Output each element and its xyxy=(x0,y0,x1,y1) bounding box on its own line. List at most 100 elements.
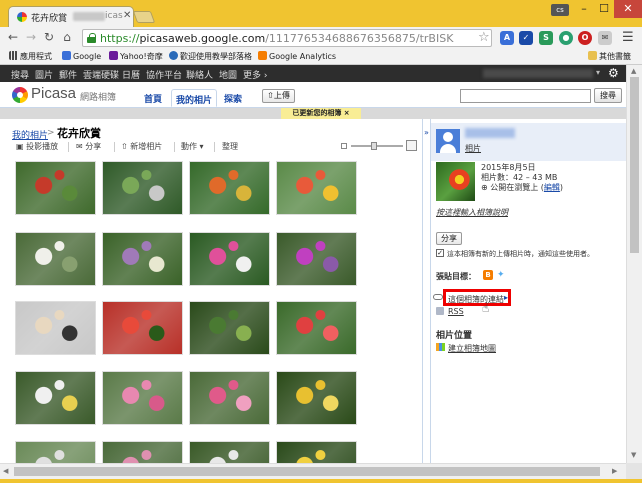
translate-extension-icon[interactable]: A xyxy=(500,31,514,45)
photo-thumbnail[interactable] xyxy=(189,301,270,355)
horizontal-scrollbar[interactable]: ◀ ▶ xyxy=(0,463,626,479)
rss-icon xyxy=(436,307,444,315)
bookmark-yahoo[interactable]: Yahoo!奇摩 xyxy=(109,51,163,62)
photo-thumbnail[interactable] xyxy=(189,161,270,215)
photo-thumbnail[interactable] xyxy=(276,441,357,463)
zoom-out-icon[interactable] xyxy=(341,143,347,149)
bookmark-blog[interactable]: 歡迎使用教學部落格 xyxy=(169,51,252,62)
tab-explore[interactable]: 探索 xyxy=(220,89,246,107)
search-input[interactable] xyxy=(460,89,591,103)
gbar-contacts[interactable]: 聯絡人 xyxy=(186,68,213,81)
sidebar-share-button[interactable]: 分享 xyxy=(436,232,462,245)
slideshow-button[interactable]: ▣ 投影播放 xyxy=(16,141,58,152)
photo-thumbnail[interactable] xyxy=(189,441,270,463)
upload-button[interactable]: ⇧上傳 xyxy=(262,89,295,103)
picasa-favicon-icon xyxy=(17,12,27,22)
photo-thumbnail[interactable] xyxy=(102,441,183,463)
extension-icon[interactable]: ✉ xyxy=(598,31,612,45)
owner-name-redacted xyxy=(465,128,515,138)
account-caret-icon[interactable]: ▾ xyxy=(596,68,600,77)
rss-link[interactable]: RSS xyxy=(448,307,464,316)
extension-icon[interactable]: ✓ xyxy=(519,31,533,45)
gbar-mail[interactable]: 郵件 xyxy=(59,68,77,81)
reload-icon[interactable]: ↻ xyxy=(42,30,56,44)
gear-icon[interactable]: ⚙ xyxy=(608,66,619,80)
collapse-arrow-icon[interactable]: » xyxy=(424,128,429,137)
actions-menu[interactable]: 動作 ▾ xyxy=(181,141,204,152)
close-button[interactable]: ✕ xyxy=(614,0,642,18)
edit-visibility-link[interactable]: 編輯 xyxy=(544,183,560,192)
chrome-menu-icon[interactable]: ☰ xyxy=(622,30,634,45)
photo-thumbnail[interactable] xyxy=(189,371,270,425)
gbar-sites[interactable]: 協作平台 xyxy=(146,68,182,81)
search-button[interactable]: 搜尋 xyxy=(594,88,622,103)
browser-tab[interactable]: 花卉欣賞 icas ✕ xyxy=(8,6,134,27)
create-map-link[interactable]: 建立相簿地圖 xyxy=(448,343,496,354)
photo-thumbnail[interactable] xyxy=(102,301,183,355)
photo-thumbnail[interactable] xyxy=(276,301,357,355)
record-extension-icon[interactable]: ● xyxy=(559,31,573,45)
maximize-button[interactable]: ☐ xyxy=(594,0,614,18)
bookmark-star-icon[interactable]: ☆ xyxy=(478,30,490,45)
bookmark-apps[interactable]: 應用程式 xyxy=(9,51,52,62)
photo-thumbnail[interactable] xyxy=(102,232,183,286)
tab-close-icon[interactable]: ✕ xyxy=(123,10,131,21)
photo-thumbnail[interactable] xyxy=(276,371,357,425)
gbar-images[interactable]: 圖片 xyxy=(35,68,53,81)
forward-icon[interactable]: → xyxy=(24,30,38,44)
bookmark-other[interactable]: 其他書籤 xyxy=(588,51,631,62)
address-bar[interactable]: https://picasaweb.google.com/11177653468… xyxy=(82,29,492,47)
photo-thumbnail[interactable] xyxy=(102,161,183,215)
tab-my-photos[interactable]: 我的相片 xyxy=(171,89,218,107)
album-cover-image[interactable] xyxy=(436,162,475,201)
photo-thumbnail[interactable] xyxy=(102,371,183,425)
organize-button[interactable]: 整理 xyxy=(222,141,238,152)
photo-thumbnail[interactable] xyxy=(15,161,96,215)
profile-badge[interactable]: cs xyxy=(551,4,569,16)
photo-thumbnail[interactable] xyxy=(276,232,357,286)
home-icon[interactable]: ⌂ xyxy=(60,30,74,44)
scroll-down-icon[interactable]: ▼ xyxy=(631,451,636,459)
breadcrumb-my-photos[interactable]: 我的相片 xyxy=(12,128,48,141)
photo-thumbnail[interactable] xyxy=(15,232,96,286)
owner-photos-link[interactable]: 相片 xyxy=(465,143,481,154)
gbar-search[interactable]: 搜尋 xyxy=(11,68,29,81)
photo-thumbnail[interactable] xyxy=(15,371,96,425)
vertical-scroll-thumb[interactable] xyxy=(630,77,639,253)
zoom-slider-track[interactable] xyxy=(351,145,403,147)
update-notice[interactable]: 已更新您的相簿 × xyxy=(281,108,361,119)
share-action-button[interactable]: ✉ 分享 xyxy=(76,141,101,152)
notify-checkbox[interactable]: ✓ xyxy=(436,249,444,257)
gbar-drive[interactable]: 雲端硬碟 xyxy=(83,68,119,81)
twitter-icon[interactable]: ✦ xyxy=(497,270,507,280)
gbar-more[interactable]: 更多 › xyxy=(243,68,267,81)
bookmark-google[interactable]: Google xyxy=(62,51,101,61)
picasa-logo-text[interactable]: Picasa xyxy=(31,85,76,102)
photo-thumbnail[interactable] xyxy=(189,232,270,286)
photo-thumbnail[interactable] xyxy=(15,441,96,463)
gbar-calendar[interactable]: 日曆 xyxy=(122,68,140,81)
sync-extension-icon[interactable]: S xyxy=(539,31,553,45)
sidebar-toggle[interactable]: » xyxy=(422,119,431,463)
zoom-slider-handle[interactable] xyxy=(371,142,377,150)
scroll-up-icon[interactable]: ▲ xyxy=(631,67,636,75)
bookmark-analytics[interactable]: Google Analytics xyxy=(258,51,336,61)
tab-home[interactable]: 首頁 xyxy=(140,89,166,107)
scrollbar-corner xyxy=(626,463,642,479)
scroll-right-icon[interactable]: ▶ xyxy=(612,467,617,475)
adblock-extension-icon[interactable]: O xyxy=(578,31,592,45)
new-tab-button[interactable] xyxy=(132,11,156,23)
back-icon[interactable]: ← xyxy=(6,30,20,44)
horizontal-scroll-thumb[interactable] xyxy=(14,467,600,476)
minimize-button[interactable]: – xyxy=(574,0,594,18)
zoom-in-icon[interactable] xyxy=(406,140,417,151)
scroll-left-icon[interactable]: ◀ xyxy=(3,467,8,475)
photo-thumbnail[interactable] xyxy=(276,161,357,215)
describe-album-link[interactable]: 按這裡輸入相簿說明 xyxy=(436,207,508,218)
photo-thumbnail[interactable] xyxy=(15,301,96,355)
avatar[interactable] xyxy=(436,129,460,153)
blogger-icon[interactable]: B xyxy=(483,270,493,280)
vertical-scrollbar[interactable]: ▲ ▼ xyxy=(626,65,642,463)
gbar-maps[interactable]: 地圖 xyxy=(219,68,237,81)
add-photos-button[interactable]: ⇧ 新增相片 xyxy=(121,141,162,152)
